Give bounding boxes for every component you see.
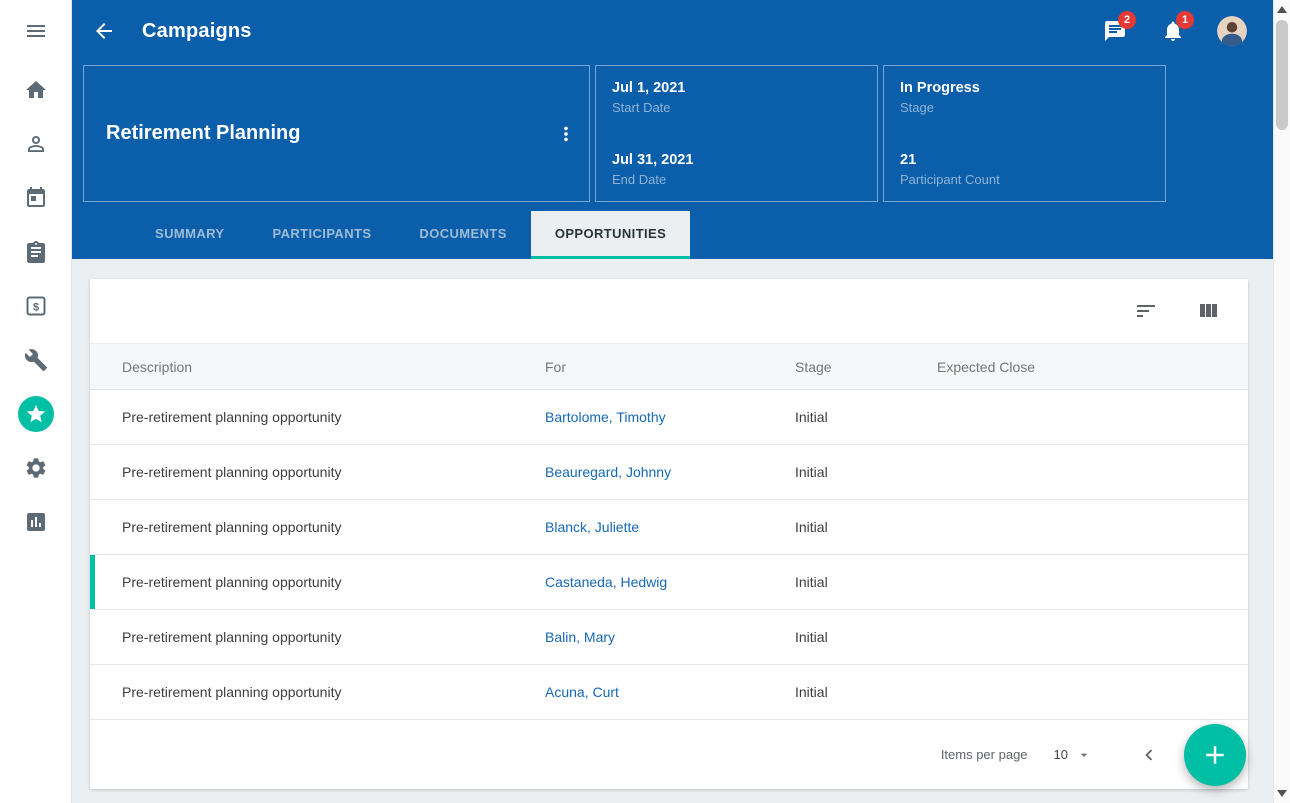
- main-area: Campaigns 2 1 Retirement Planning: [72, 0, 1273, 803]
- sidebar-item-tasks[interactable]: [24, 240, 48, 264]
- scroll-up-arrow[interactable]: [1277, 6, 1287, 13]
- chevron-down-icon: [1076, 747, 1092, 763]
- back-button[interactable]: [92, 19, 116, 43]
- table-row[interactable]: Pre-retirement planning opportunity Bali…: [90, 610, 1248, 665]
- add-opportunity-button[interactable]: [1184, 724, 1246, 786]
- app-window: $ Campaigns: [0, 0, 1290, 803]
- scrollbar-thumb[interactable]: [1276, 20, 1288, 130]
- sidebar-item-accounts[interactable]: $: [24, 294, 48, 318]
- sidebar-item-calendar[interactable]: [24, 186, 48, 210]
- opportunity-stage: Initial: [795, 409, 937, 425]
- opportunity-description: Pre-retirement planning opportunity: [122, 629, 545, 645]
- opportunity-stage: Initial: [795, 684, 937, 700]
- opportunity-for-link[interactable]: Bartolome, Timothy: [545, 409, 795, 425]
- items-per-page-label: Items per page: [941, 747, 1028, 762]
- table-row[interactable]: Pre-retirement planning opportunity Blan…: [90, 500, 1248, 555]
- tab-opportunities[interactable]: OPPORTUNITIES: [531, 211, 690, 259]
- tab-summary[interactable]: SUMMARY: [131, 211, 248, 259]
- star-icon: [25, 403, 47, 425]
- stage-value: In Progress: [900, 80, 1149, 96]
- table-toolbar: [90, 279, 1248, 343]
- start-date-value: Jul 1, 2021: [612, 80, 861, 96]
- sidebar-item-reports[interactable]: [24, 510, 48, 534]
- opportunity-stage: Initial: [795, 464, 937, 480]
- column-header-description[interactable]: Description: [122, 359, 545, 375]
- view-columns-icon: [1196, 299, 1220, 323]
- sidebar: $: [0, 0, 72, 803]
- participant-count-value: 21: [900, 152, 1149, 168]
- menu-icon[interactable]: [24, 19, 48, 43]
- avatar[interactable]: [1217, 16, 1247, 46]
- table-row[interactable]: Pre-retirement planning opportunity Acun…: [90, 665, 1248, 720]
- participant-count-label: Participant Count: [900, 172, 1149, 187]
- campaign-summary-cards: Retirement Planning Jul 1, 2021 Start Da…: [83, 65, 1273, 202]
- start-date-field: Jul 1, 2021 Start Date: [612, 80, 861, 115]
- sidebar-item-tools[interactable]: [24, 348, 48, 372]
- sidebar-item-campaigns-active[interactable]: [18, 396, 54, 432]
- table-footer: Items per page 10: [90, 720, 1248, 789]
- column-header-expected-close[interactable]: Expected Close: [937, 359, 1224, 375]
- column-header-for[interactable]: For: [545, 359, 795, 375]
- top-app-bar: Campaigns 2 1: [72, 0, 1273, 62]
- tab-participants[interactable]: PARTICIPANTS: [248, 211, 395, 259]
- page-title: Campaigns: [142, 20, 252, 43]
- tab-bar: SUMMARY PARTICIPANTS DOCUMENTS OPPORTUNI…: [131, 211, 1273, 259]
- campaign-name: Retirement Planning: [106, 122, 300, 145]
- sort-button[interactable]: [1134, 299, 1158, 323]
- opportunity-for-link[interactable]: Balin, Mary: [545, 629, 795, 645]
- notifications-button[interactable]: 1: [1161, 19, 1185, 43]
- opportunity-for-link[interactable]: Castaneda, Hedwig: [545, 574, 795, 590]
- opportunity-for-link[interactable]: Beauregard, Johnny: [545, 464, 795, 480]
- opportunity-for-link[interactable]: Blanck, Juliette: [545, 519, 795, 535]
- end-date-label: End Date: [612, 172, 861, 187]
- previous-page-button[interactable]: [1138, 744, 1160, 766]
- table-row-highlighted[interactable]: Pre-retirement planning opportunity Cast…: [90, 555, 1248, 610]
- notifications-badge: 1: [1176, 11, 1194, 29]
- sidebar-item-home[interactable]: [24, 78, 48, 102]
- stage-field: In Progress Stage: [900, 80, 1149, 115]
- sidebar-item-settings[interactable]: [24, 456, 48, 480]
- more-options-button[interactable]: [555, 123, 577, 145]
- start-date-label: Start Date: [612, 100, 861, 115]
- opportunity-description: Pre-retirement planning opportunity: [122, 519, 545, 535]
- sidebar-nav: $: [18, 78, 54, 534]
- table-header-row: Description For Stage Expected Close: [90, 343, 1248, 390]
- scroll-down-arrow[interactable]: [1277, 790, 1287, 797]
- opportunity-description: Pre-retirement planning opportunity: [122, 574, 545, 590]
- participant-count-field: 21 Participant Count: [900, 152, 1149, 187]
- tab-documents[interactable]: DOCUMENTS: [395, 211, 530, 259]
- vertical-scrollbar[interactable]: [1273, 0, 1290, 803]
- opportunity-description: Pre-retirement planning opportunity: [122, 464, 545, 480]
- end-date-field: Jul 31, 2021 End Date: [612, 152, 861, 187]
- campaign-name-card: Retirement Planning: [83, 65, 590, 202]
- campaign-dates-card: Jul 1, 2021 Start Date Jul 31, 2021 End …: [595, 65, 878, 202]
- sort-icon: [1134, 299, 1158, 323]
- column-header-stage[interactable]: Stage: [795, 359, 937, 375]
- messages-button[interactable]: 2: [1103, 19, 1127, 43]
- opportunity-stage: Initial: [795, 629, 937, 645]
- stage-label: Stage: [900, 100, 1149, 115]
- chevron-left-icon: [1138, 744, 1160, 766]
- opportunity-stage: Initial: [795, 519, 937, 535]
- plus-icon: [1200, 740, 1230, 770]
- opportunities-panel: Description For Stage Expected Close Pre…: [90, 279, 1248, 789]
- svg-text:$: $: [32, 302, 38, 314]
- columns-button[interactable]: [1196, 299, 1220, 323]
- messages-badge: 2: [1118, 11, 1136, 29]
- campaign-header-section: Campaigns 2 1 Retirement Planning: [72, 0, 1273, 259]
- tab-content: Description For Stage Expected Close Pre…: [72, 259, 1273, 803]
- opportunity-for-link[interactable]: Acuna, Curt: [545, 684, 795, 700]
- campaign-stage-card: In Progress Stage 21 Participant Count: [883, 65, 1166, 202]
- items-per-page-value: 10: [1054, 747, 1068, 762]
- opportunity-description: Pre-retirement planning opportunity: [122, 409, 545, 425]
- table-row[interactable]: Pre-retirement planning opportunity Beau…: [90, 445, 1248, 500]
- items-per-page-select[interactable]: 10: [1054, 747, 1092, 763]
- opportunity-description: Pre-retirement planning opportunity: [122, 684, 545, 700]
- opportunity-stage: Initial: [795, 574, 937, 590]
- sidebar-item-contacts[interactable]: [24, 132, 48, 156]
- end-date-value: Jul 31, 2021: [612, 152, 861, 168]
- table-row[interactable]: Pre-retirement planning opportunity Bart…: [90, 390, 1248, 445]
